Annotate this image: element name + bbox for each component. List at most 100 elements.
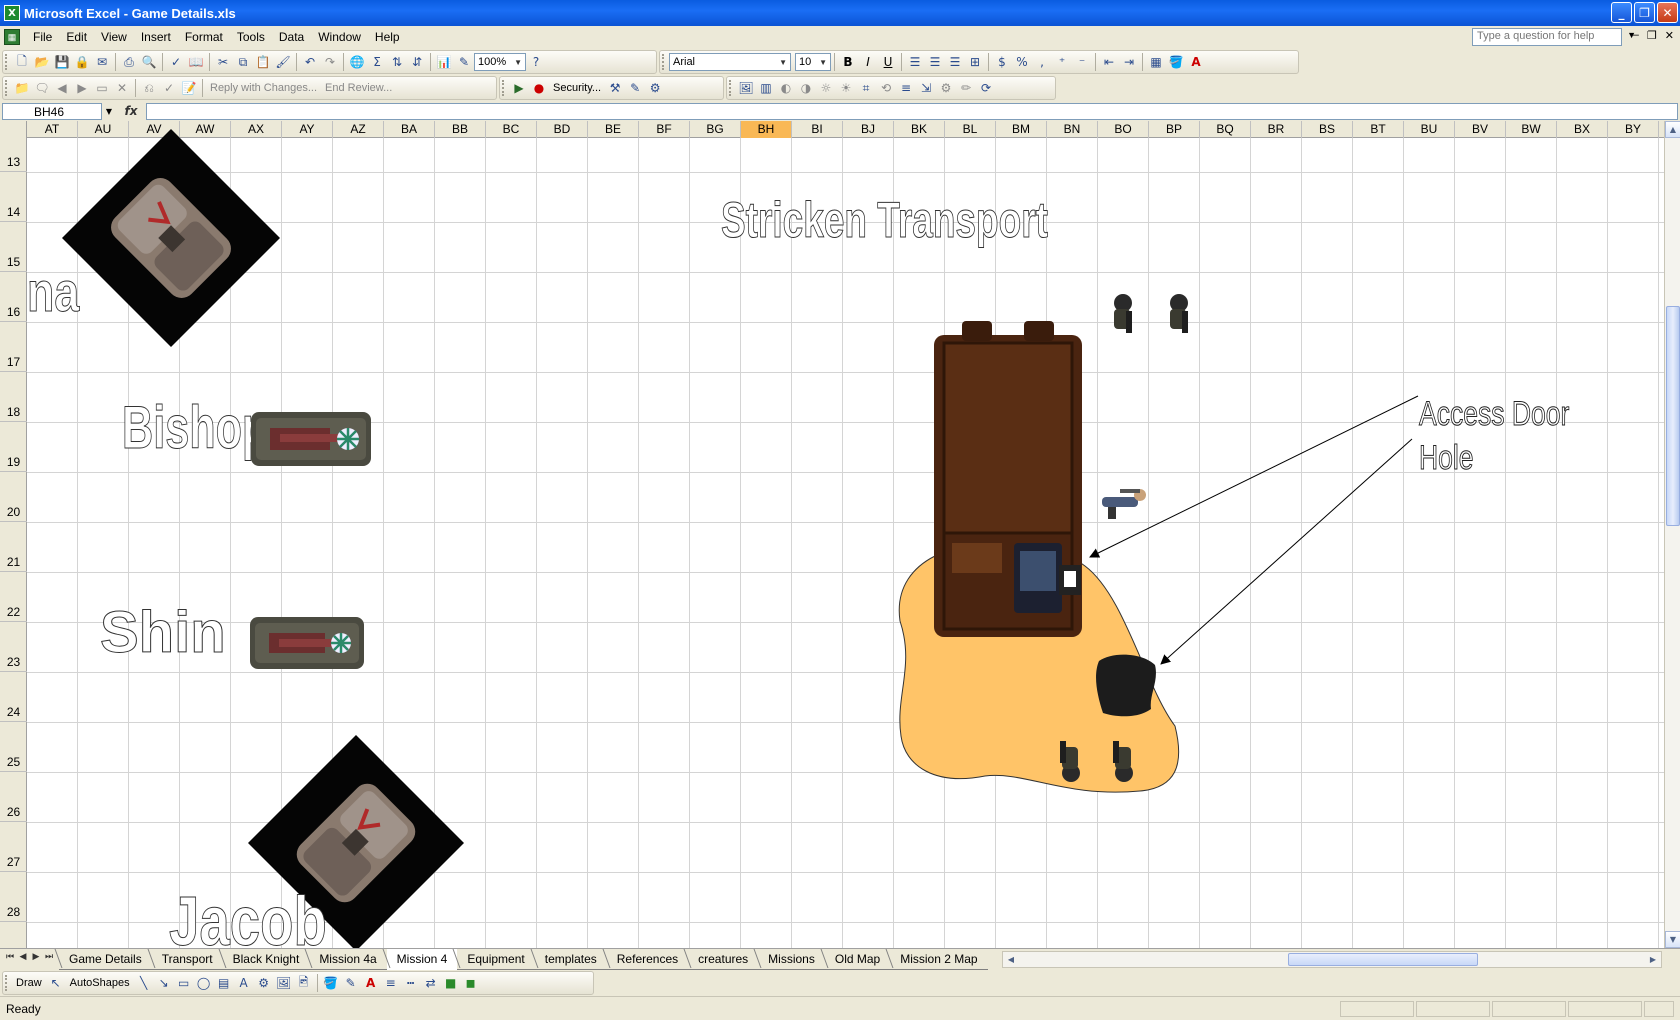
horizontal-scrollbar[interactable]: ◀ ▶ <box>1002 951 1662 968</box>
review-icon[interactable]: 📝 <box>179 78 199 98</box>
toolbar-grip[interactable] <box>5 80 9 96</box>
comment-icon[interactable]: 🗨 <box>32 78 52 98</box>
column-header[interactable]: BE <box>588 121 639 138</box>
control-toolbox-icon[interactable]: ✎ <box>625 78 645 98</box>
row-header[interactable]: 16 <box>0 272 27 322</box>
column-header[interactable]: BJ <box>843 121 894 138</box>
paste-icon[interactable]: 📋 <box>253 52 273 72</box>
row-header[interactable]: 17 <box>0 322 27 372</box>
shin-label[interactable]: Shin <box>100 603 227 662</box>
undo-icon[interactable]: ↶ <box>300 52 320 72</box>
align-right-icon[interactable]: ☰ <box>945 52 965 72</box>
chevron-down-icon[interactable]: ▼ <box>102 107 116 116</box>
brightness-up-icon[interactable]: ☼ <box>816 78 836 98</box>
3d-icon[interactable]: ◼ <box>461 973 481 993</box>
column-header[interactable]: BR <box>1251 121 1302 138</box>
first-sheet-icon[interactable]: ⏮ <box>4 952 16 962</box>
sheet-tab[interactable]: Black Knight <box>222 949 310 970</box>
sheet-tab[interactable]: Game Details <box>59 949 152 970</box>
compress-icon[interactable]: ⇲ <box>916 78 936 98</box>
shin-rhino-image[interactable] <box>249 615 365 671</box>
font-color-icon[interactable]: A <box>1186 52 1206 72</box>
worksheet[interactable]: AT AU AV AW AX AY AZ BA BB BC BD BE BF BG BH BI BJ BK BL BM… <box>0 121 1664 948</box>
sheet-tab[interactable]: Mission 2 Map <box>890 949 988 970</box>
scroll-right-icon[interactable]: ▶ <box>1645 952 1661 967</box>
row-header[interactable]: 14 <box>0 172 27 222</box>
column-header[interactable]: BP <box>1149 121 1200 138</box>
menu-view[interactable]: View <box>94 30 134 44</box>
sheet-tab[interactable]: templates <box>534 949 607 970</box>
stricken-transport-title[interactable]: Stricken Transport <box>721 195 1049 246</box>
copy-icon[interactable]: ⧉ <box>233 52 253 72</box>
show-comment-icon[interactable]: ▭ <box>92 78 112 98</box>
menu-tools[interactable]: Tools <box>230 30 272 44</box>
menu-edit[interactable]: Edit <box>59 30 94 44</box>
clip-art-icon[interactable]: 🖼 <box>274 973 294 993</box>
bold-icon[interactable]: B <box>838 52 858 72</box>
print-icon[interactable]: ⎙ <box>119 52 139 72</box>
excel-app-icon[interactable]: X <box>4 5 20 21</box>
sheet-tab[interactable]: Old Map <box>824 949 891 970</box>
last-sheet-icon[interactable]: ⏭ <box>43 952 55 962</box>
increase-decimal-icon[interactable]: ⁺ <box>1052 52 1072 72</box>
close-button[interactable]: ✕ <box>1657 2 1678 23</box>
brightness-down-icon[interactable]: ☀ <box>836 78 856 98</box>
horizontal-scroll-thumb[interactable] <box>1288 953 1478 966</box>
menu-data[interactable]: Data <box>272 30 311 44</box>
column-header[interactable]: BI <box>792 121 843 138</box>
column-header[interactable]: BC <box>486 121 537 138</box>
column-header[interactable]: BS <box>1302 121 1353 138</box>
font-size-select[interactable]: 10 ▼ <box>795 53 831 71</box>
help-search-input[interactable]: Type a question for help <box>1472 28 1622 46</box>
insert-picture-icon[interactable]: 🖻 <box>294 973 314 993</box>
row-header[interactable]: 13 <box>0 138 27 172</box>
minimize-button[interactable]: _ <box>1611 2 1632 23</box>
doc-minimize-icon[interactable]: – <box>1633 29 1639 42</box>
diagram-icon[interactable]: ⚙ <box>254 973 274 993</box>
row-header[interactable]: 27 <box>0 822 27 872</box>
next-sheet-icon[interactable]: ▶ <box>30 952 42 962</box>
format-picture-icon[interactable]: ⚙ <box>936 78 956 98</box>
transparent-color-icon[interactable]: ✏ <box>956 78 976 98</box>
column-header[interactable]: BY <box>1608 121 1659 138</box>
drawing-icon[interactable]: ✎ <box>454 52 474 72</box>
research-icon[interactable]: 📖 <box>186 52 206 72</box>
gunship-top-image[interactable] <box>62 129 280 347</box>
access-door-marker[interactable] <box>1058 564 1082 596</box>
print-preview-icon[interactable]: 🔍 <box>139 52 159 72</box>
column-header[interactable]: BO <box>1098 121 1149 138</box>
row-header[interactable]: 25 <box>0 722 27 772</box>
column-header[interactable]: BT <box>1353 121 1404 138</box>
sheet-tab[interactable]: Transport <box>151 949 223 970</box>
line-icon[interactable]: ╲ <box>134 973 154 993</box>
access-door-callout[interactable]: Access Door <box>1419 397 1570 432</box>
borders-icon[interactable]: ▦ <box>1146 52 1166 72</box>
record-macro-icon[interactable]: ● <box>529 78 549 98</box>
rectangle-icon[interactable]: ▭ <box>174 973 194 993</box>
line-color-icon[interactable]: ✎ <box>341 973 361 993</box>
toolbar-grip[interactable] <box>662 54 666 70</box>
track-changes-icon[interactable]: ⎌ <box>139 78 159 98</box>
column-header[interactable]: BF <box>639 121 690 138</box>
column-header[interactable]: BV <box>1455 121 1506 138</box>
wordart-icon[interactable]: A <box>234 973 254 993</box>
column-header[interactable]: BA <box>384 121 435 138</box>
column-header[interactable]: BH <box>741 121 792 138</box>
rotate-icon[interactable]: ⟲ <box>876 78 896 98</box>
crop-icon[interactable]: ⌗ <box>856 78 876 98</box>
prev-sheet-icon[interactable]: ◀ <box>17 952 29 962</box>
folder-icon[interactable]: 📁 <box>12 78 32 98</box>
row-header[interactable]: 26 <box>0 772 27 822</box>
line-style-icon[interactable]: ≡ <box>896 78 916 98</box>
restore-button[interactable]: ❐ <box>1634 2 1655 23</box>
menu-format[interactable]: Format <box>178 30 230 44</box>
new-icon[interactable]: 🗋 <box>12 52 32 72</box>
spelling-icon[interactable]: ✓ <box>166 52 186 72</box>
line-style-icon[interactable]: ≡ <box>381 973 401 993</box>
row-header[interactable]: 28 <box>0 872 27 922</box>
oval-icon[interactable]: ◯ <box>194 973 214 993</box>
menu-insert[interactable]: Insert <box>134 30 178 44</box>
cut-icon[interactable]: ✂ <box>213 52 233 72</box>
visual-basic-icon[interactable]: ⚒ <box>605 78 625 98</box>
menu-help[interactable]: Help <box>368 30 407 44</box>
